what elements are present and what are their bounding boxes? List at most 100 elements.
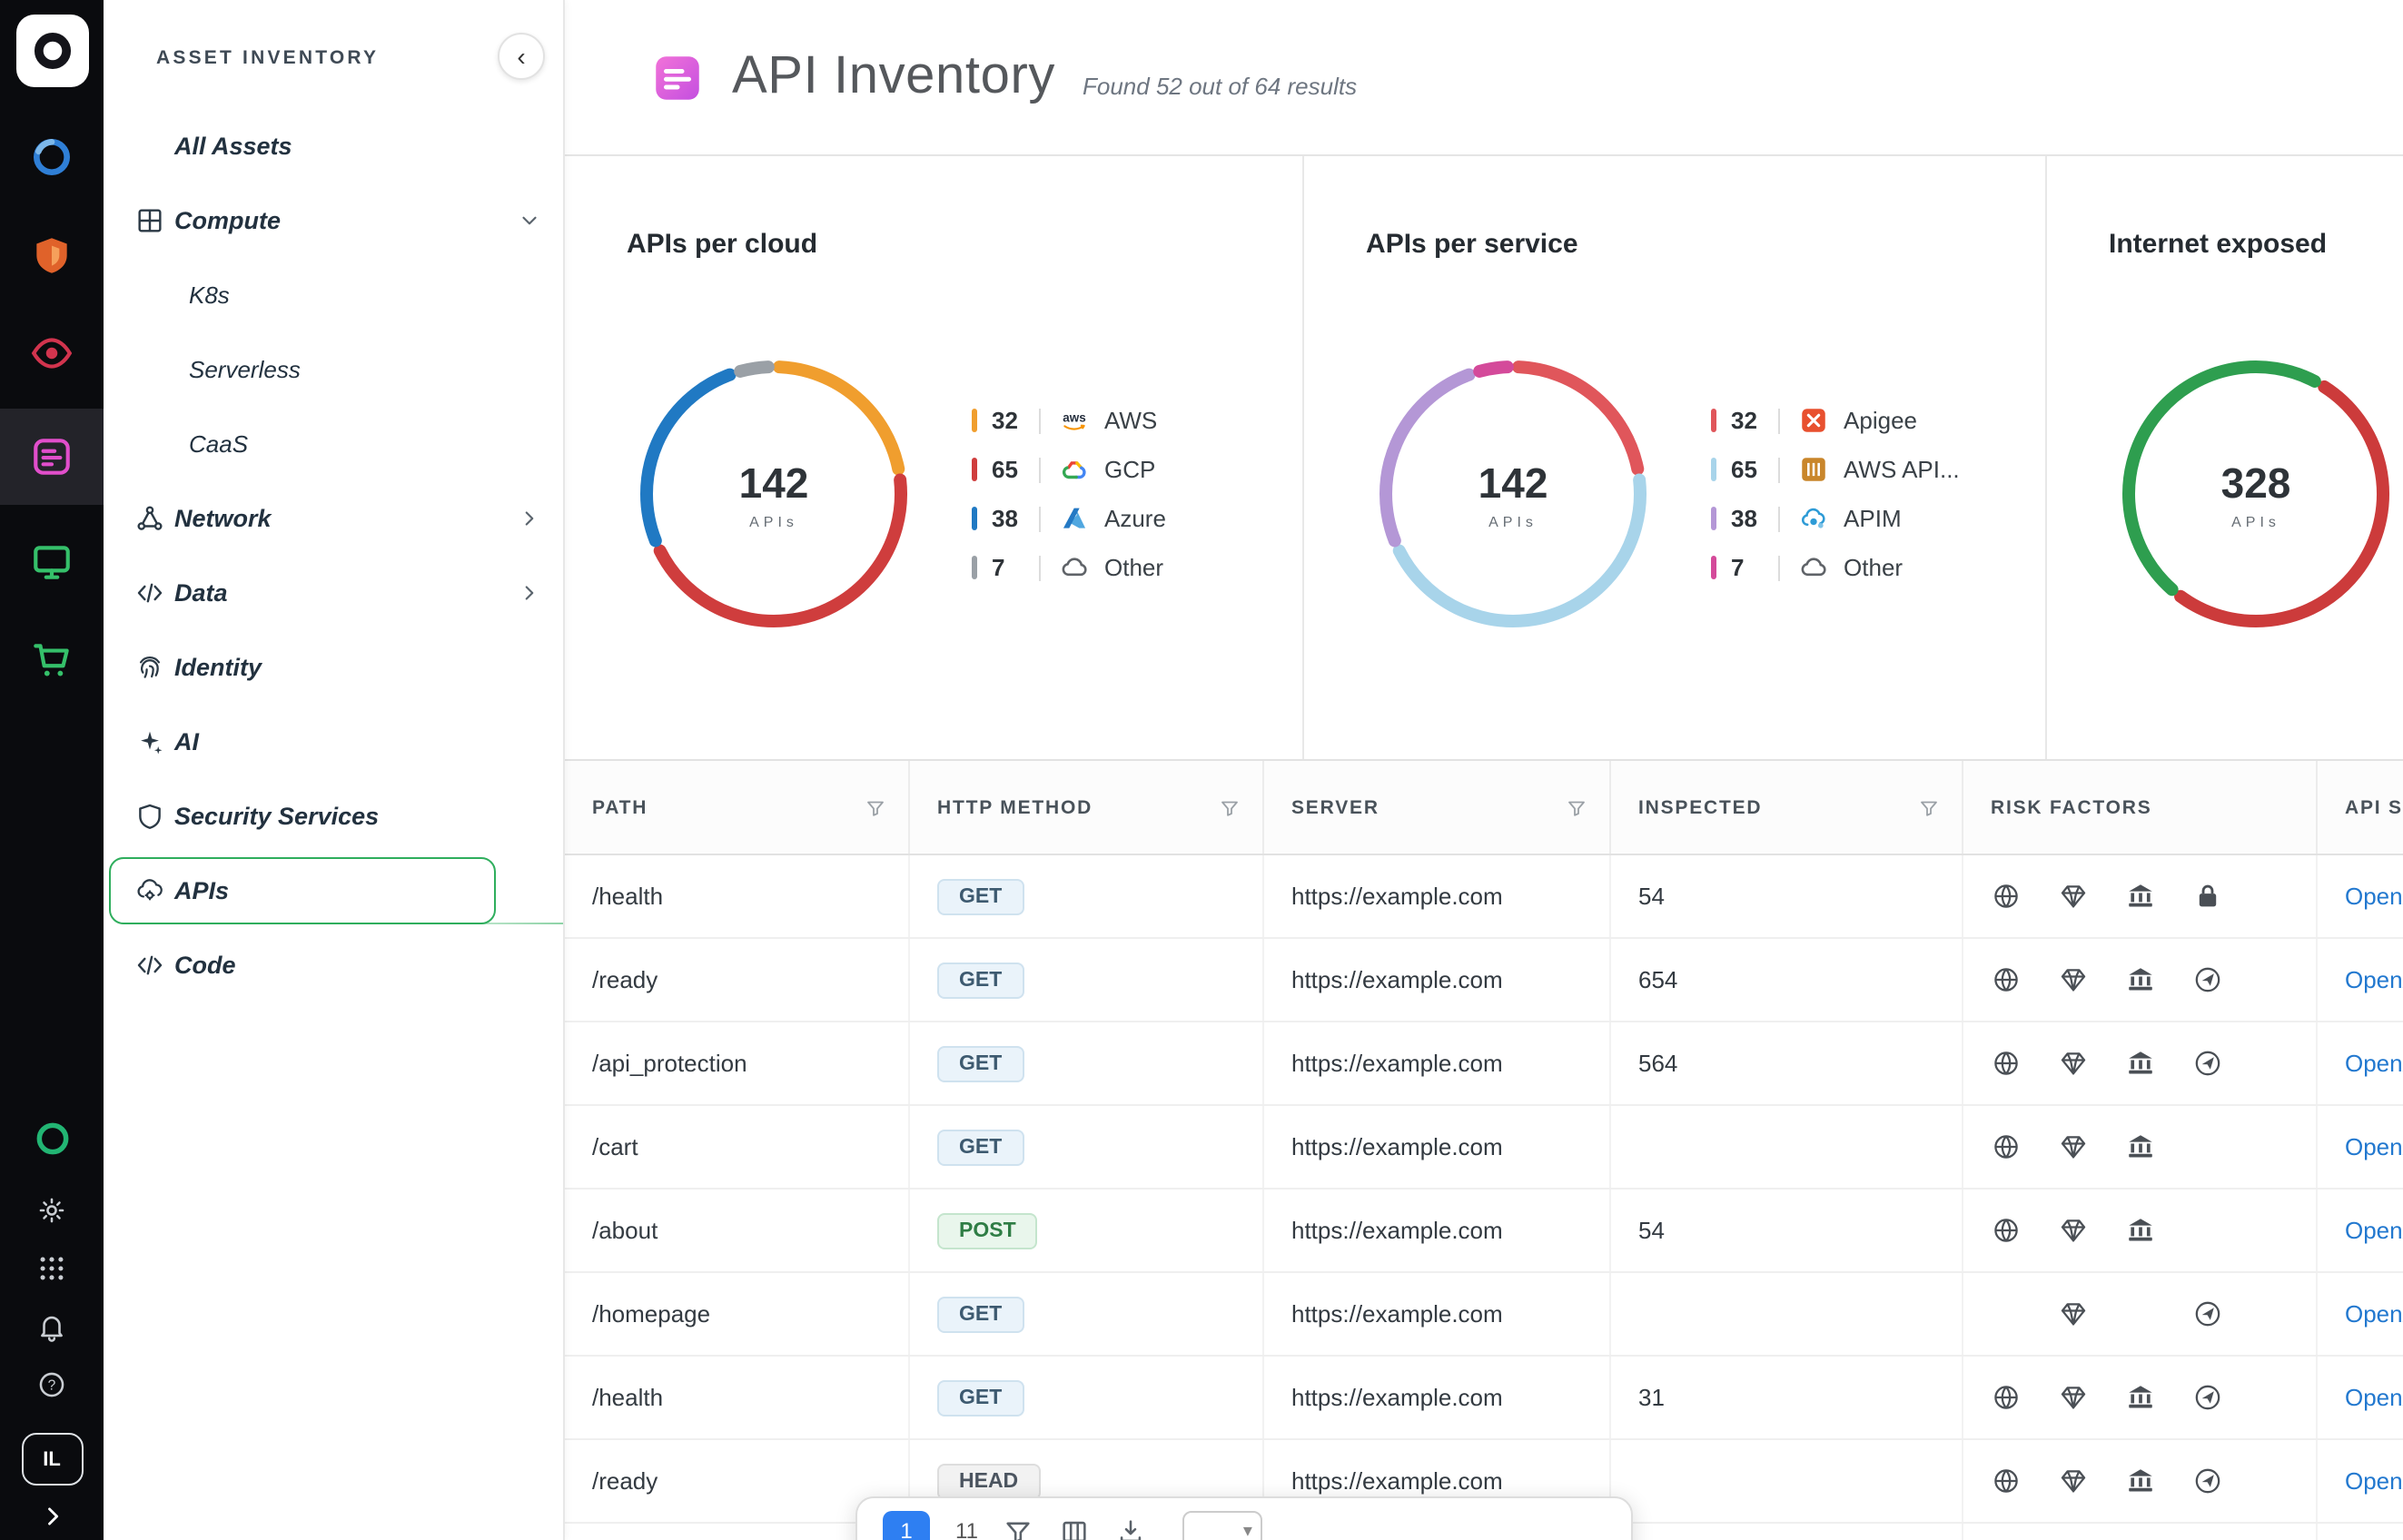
legend-item-other[interactable]: 7Other xyxy=(1711,543,1960,592)
gem-risk-icon[interactable] xyxy=(2058,1298,2125,1329)
api-spec-link[interactable]: OpenAPI xyxy=(2345,1050,2403,1077)
rows-per-page-select[interactable]: ▾ xyxy=(1183,1511,1263,1540)
globe-risk-icon[interactable] xyxy=(1991,1215,2058,1246)
pagination-current-page[interactable]: 1 xyxy=(883,1511,930,1540)
column-header-api-spec[interactable]: API SPEC xyxy=(2316,761,2403,854)
legend-item-apim[interactable]: 38APIM xyxy=(1711,494,1960,543)
table-row[interactable]: /readyGEThttps://example.com654OpenAPI xyxy=(565,939,2403,1022)
rail-workloads-icon[interactable] xyxy=(0,519,104,603)
column-header-server[interactable]: SERVER xyxy=(1262,761,1609,854)
globe-risk-icon[interactable] xyxy=(1991,964,2058,995)
legend-item-other[interactable]: 7Other xyxy=(972,543,1166,592)
table-row[interactable]: /aboutPOSThttps://example.com54OpenAPI xyxy=(565,1190,2403,1273)
bank-risk-icon[interactable] xyxy=(2125,1131,2192,1162)
rail-notifications-icon[interactable] xyxy=(0,1302,104,1349)
legend-item-aws[interactable]: 32awsAWS xyxy=(972,396,1166,445)
filter-icon[interactable] xyxy=(865,796,886,818)
filter-icon[interactable] xyxy=(1219,796,1241,818)
api-spec-link[interactable]: OpenAPI xyxy=(2345,1467,2403,1495)
sidebar-item-all-assets[interactable]: All Assets xyxy=(104,109,563,183)
send-risk-icon[interactable] xyxy=(2192,1466,2260,1496)
table-row[interactable]: /homepageGEThttps://example.comOpenAPI xyxy=(565,1273,2403,1357)
filter-icon[interactable] xyxy=(1918,796,1940,818)
column-header-risk-factors[interactable]: RISK FACTORS xyxy=(1962,761,2316,854)
filter-icon[interactable] xyxy=(1004,1516,1034,1540)
sidebar-item-code[interactable]: Code xyxy=(104,928,563,1002)
column-header-path[interactable]: PATH xyxy=(565,761,908,854)
bank-risk-icon[interactable] xyxy=(2125,881,2192,912)
api-spec-link[interactable]: OpenAPI xyxy=(2345,1133,2403,1160)
rail-settings-icon[interactable] xyxy=(0,1186,104,1233)
table-row[interactable]: /healthGEThttps://example.com54OpenAPI xyxy=(565,855,2403,939)
rail-help-icon[interactable]: ? xyxy=(0,1360,104,1407)
bank-risk-icon[interactable] xyxy=(2125,1048,2192,1079)
globe-risk-icon[interactable] xyxy=(1991,1048,2058,1079)
gem-risk-icon[interactable] xyxy=(2058,964,2125,995)
legend-item-azure[interactable]: 38Azure xyxy=(972,494,1166,543)
rail-detection-icon[interactable] xyxy=(0,311,104,394)
rail-discovery-icon[interactable] xyxy=(0,114,104,198)
rail-security-posture-icon[interactable] xyxy=(0,212,104,296)
table-row[interactable]: /api_protectionGEThttps://example.com564… xyxy=(565,1022,2403,1106)
globe-risk-icon[interactable] xyxy=(1991,1131,2058,1162)
bank-risk-icon[interactable] xyxy=(2125,1466,2192,1496)
cell-server: https://example.com xyxy=(1262,939,1609,1021)
bank-risk-icon[interactable] xyxy=(2125,964,2192,995)
send-risk-icon[interactable] xyxy=(2192,1048,2260,1079)
globe-risk-icon[interactable] xyxy=(1991,1466,2058,1496)
table-row[interactable]: /cartGEThttps://example.comOpenAPI xyxy=(565,1106,2403,1190)
bank-risk-icon[interactable] xyxy=(2125,1215,2192,1246)
send-risk-icon[interactable] xyxy=(2192,1382,2260,1413)
sidebar-item-compute[interactable]: Compute xyxy=(104,183,563,258)
api-spec-link[interactable]: OpenAPI xyxy=(2345,966,2403,993)
column-header-inspected[interactable]: INSPECTED xyxy=(1609,761,1962,854)
sidebar-item-k8s[interactable]: K8s xyxy=(104,258,563,332)
donut-chart: 142APIs xyxy=(1366,347,1660,641)
globe-risk-icon[interactable] xyxy=(1991,1382,2058,1413)
sidebar-item-serverless[interactable]: Serverless xyxy=(104,332,563,407)
legend-item-apigee[interactable]: 32Apigee xyxy=(1711,396,1960,445)
rail-shift-left-icon[interactable] xyxy=(0,617,104,701)
rail-organization-icon[interactable] xyxy=(0,1102,104,1175)
lock-risk-icon[interactable] xyxy=(2192,881,2260,912)
sidebar-item-network[interactable]: Network xyxy=(104,481,563,556)
download-icon[interactable] xyxy=(1116,1516,1147,1540)
send-risk-icon[interactable] xyxy=(2192,1298,2260,1329)
legend-item-gcp[interactable]: 65GCP xyxy=(972,445,1166,494)
legend-item-aws-api[interactable]: 65AWS API... xyxy=(1711,445,1960,494)
api-spec-link[interactable]: OpenAPI xyxy=(2345,1217,2403,1244)
gem-risk-icon[interactable] xyxy=(2058,1215,2125,1246)
gem-risk-icon[interactable] xyxy=(2058,881,2125,912)
sidebar-item-identity[interactable]: Identity xyxy=(104,630,563,705)
send-risk-icon[interactable] xyxy=(2192,964,2260,995)
gem-risk-icon[interactable] xyxy=(2058,1382,2125,1413)
gem-risk-icon[interactable] xyxy=(2058,1048,2125,1079)
column-header-http-method[interactable]: HTTP METHOD xyxy=(908,761,1262,854)
rail-api-security-icon[interactable] xyxy=(0,409,104,505)
globe-risk-icon[interactable] xyxy=(1991,881,2058,912)
sidebar-item-apis[interactable]: APIs xyxy=(104,854,563,928)
sidebar-collapse-button[interactable]: ‹ xyxy=(498,33,545,80)
sidebar-item-ai[interactable]: AI xyxy=(104,705,563,779)
rail-expand-rail-icon[interactable] xyxy=(0,1496,104,1536)
legend-label: Azure xyxy=(1104,505,1166,532)
sidebar-item-data[interactable]: Data xyxy=(104,556,563,630)
api-spec-link[interactable]: OpenAPI xyxy=(2345,1384,2403,1411)
sidebar-item-caas[interactable]: CaaS xyxy=(104,407,563,481)
columns-icon[interactable] xyxy=(1060,1516,1091,1540)
gem-risk-icon[interactable] xyxy=(2058,1131,2125,1162)
path-value: /about xyxy=(592,1217,658,1244)
rail-app-logo-icon[interactable] xyxy=(15,15,88,87)
api-spec-link[interactable]: OpenAPI xyxy=(2345,883,2403,910)
chevron-right-icon[interactable] xyxy=(518,507,541,530)
api-spec-link[interactable]: OpenAPI xyxy=(2345,1300,2403,1328)
filter-icon[interactable] xyxy=(1566,796,1587,818)
gem-risk-icon[interactable] xyxy=(2058,1466,2125,1496)
bank-risk-icon[interactable] xyxy=(2125,1382,2192,1413)
table-row[interactable]: /healthGEThttps://example.com31OpenAPI xyxy=(565,1357,2403,1440)
sidebar-item-security-services[interactable]: Security Services xyxy=(104,779,563,854)
rail-user-avatar[interactable]: IL xyxy=(21,1433,83,1486)
chevron-down-icon[interactable] xyxy=(518,209,541,232)
chevron-right-icon[interactable] xyxy=(518,581,541,605)
rail-apps-icon[interactable] xyxy=(0,1244,104,1291)
